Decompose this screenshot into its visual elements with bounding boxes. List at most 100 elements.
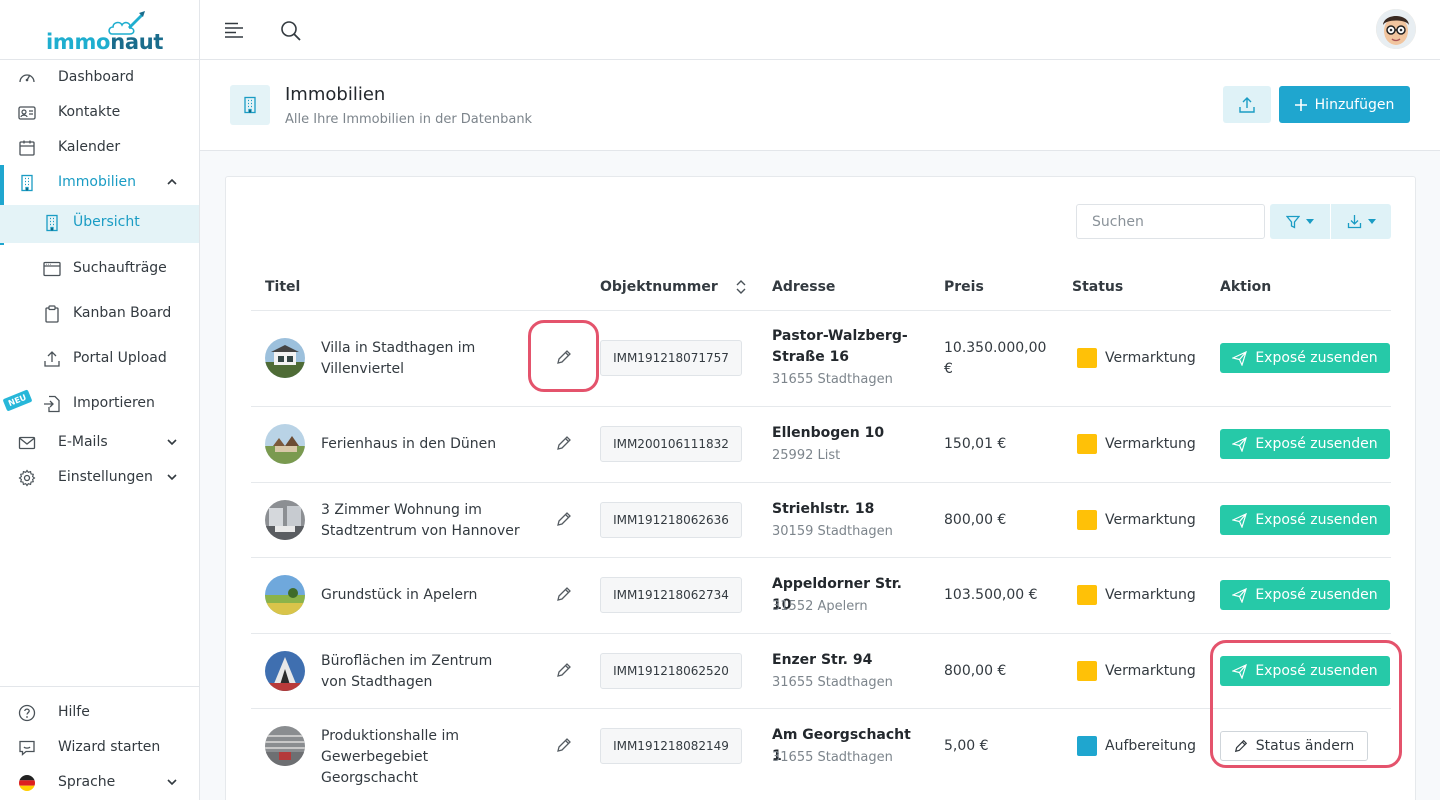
property-title[interactable]: 3 Zimmer Wohnung im Stadtzentrum von Han… [321, 500, 521, 542]
office-image [265, 651, 305, 691]
header-status[interactable]: Status [1072, 279, 1123, 295]
address-city: 31655 Stadthagen [772, 372, 893, 387]
sidebar-item-importieren[interactable]: Importieren [0, 386, 199, 421]
sidebar-item-sprache[interactable]: Sprache [0, 765, 199, 800]
object-number: IMM200106111832 [600, 426, 742, 462]
menu-icon[interactable] [224, 22, 244, 38]
table-row: Ferienhaus in den Dünen IMM200106111832 … [226, 407, 1417, 482]
avatar[interactable] [1376, 9, 1416, 49]
page-icon [230, 85, 270, 125]
status-color [1077, 585, 1097, 605]
download-icon [1347, 215, 1361, 229]
header-action: Aktion [1220, 279, 1272, 295]
paper-plane-icon [1232, 512, 1248, 528]
edit-pencil-icon[interactable] [556, 511, 572, 527]
send-expose-button[interactable]: Exposé zusenden [1220, 505, 1390, 535]
calendar-icon [19, 140, 35, 156]
status-color [1077, 661, 1097, 681]
chevron-down-icon [167, 439, 177, 446]
property-thumbnail [265, 575, 305, 615]
avatar-image [1376, 9, 1416, 49]
chat-icon [19, 740, 35, 756]
status-label: Aufbereitung [1105, 738, 1196, 754]
header-title[interactable]: Titel [265, 279, 300, 295]
sidebar-item-dashboard[interactable]: Dashboard [0, 60, 199, 95]
highlight-actions-annotation [1210, 640, 1402, 768]
apartment-image [265, 500, 305, 540]
upload-icon [1239, 96, 1255, 113]
sidebar-item-hilfe[interactable]: Hilfe [0, 695, 199, 730]
upload-button[interactable] [1223, 86, 1271, 123]
filter-button[interactable] [1270, 204, 1330, 239]
property-title[interactable]: Ferienhaus in den Dünen [321, 434, 521, 455]
address-city: 30159 Stadthagen [772, 524, 893, 539]
status-label: Vermarktung [1105, 587, 1196, 603]
status-label: Vermarktung [1105, 436, 1196, 452]
sidebar-item-emails[interactable]: E-Mails [0, 425, 199, 460]
page-subtitle: Alle Ihre Immobilien in der Datenbank [285, 112, 533, 127]
sidebar-divider [0, 686, 199, 687]
object-number: IMM191218082149 [600, 728, 742, 764]
sort-icon[interactable] [736, 280, 746, 294]
edit-pencil-icon[interactable] [556, 586, 572, 602]
search-icon[interactable] [280, 20, 302, 42]
browser-window-icon [43, 261, 61, 277]
send-expose-button[interactable]: Exposé zusenden [1220, 429, 1390, 459]
address-street: Ellenbogen 10 [772, 425, 885, 441]
property-title[interactable]: Villa in Stadthagen im Villenviertel [321, 338, 521, 380]
property-title[interactable]: Produktionshalle im Gewerbegebiet Georgs… [321, 726, 521, 789]
table-row: Villa in Stadthagen im Villenviertel IMM… [226, 311, 1417, 406]
send-expose-button[interactable]: Exposé zusenden [1220, 343, 1390, 373]
property-thumbnail [265, 500, 305, 540]
caret-down-icon [1367, 219, 1376, 224]
sidebar-item-immobilien[interactable]: Immobilien [0, 165, 199, 200]
edit-pencil-icon[interactable] [556, 435, 572, 451]
status-label: Vermarktung [1105, 350, 1196, 366]
sidebar-item-kanban[interactable]: Kanban Board [0, 296, 199, 331]
property-thumbnail [265, 651, 305, 691]
page-title: Immobilien [285, 84, 386, 105]
highlight-edit-annotation [528, 320, 599, 392]
file-import-icon [44, 395, 60, 413]
building-icon [21, 174, 33, 192]
address-street: Pastor-Walzberg-Straße 16 [772, 328, 908, 365]
export-button[interactable] [1331, 204, 1391, 239]
paper-plane-icon [1232, 436, 1248, 452]
object-number: IMM191218062520 [600, 653, 742, 689]
sidebar-item-portal-upload[interactable]: Portal Upload [0, 341, 199, 376]
object-number: IMM191218071757 [600, 340, 742, 376]
sidebar-item-suchauftraege[interactable]: Suchaufträge [0, 251, 199, 286]
building-icon [244, 96, 256, 114]
caret-down-icon [1306, 219, 1314, 224]
status-color [1077, 348, 1097, 368]
price: 5,00 € [944, 738, 989, 754]
address-street: Striehlstr. 18 [772, 501, 875, 517]
logo[interactable]: immonaut [0, 0, 199, 60]
help-icon [18, 704, 36, 722]
land-image [265, 575, 305, 615]
header-price[interactable]: Preis [944, 279, 984, 295]
clipboard-icon [45, 305, 59, 323]
sidebar-item-kalender[interactable]: Kalender [0, 130, 199, 165]
sidebar-item-kontakte[interactable]: Kontakte [0, 95, 199, 130]
edit-pencil-icon[interactable] [556, 662, 572, 678]
object-number: IMM191218062636 [600, 502, 742, 538]
edit-pencil-icon[interactable] [556, 737, 572, 753]
search-input[interactable] [1076, 204, 1265, 239]
send-expose-button[interactable]: Exposé zusenden [1220, 580, 1390, 610]
property-title[interactable]: Grundstück in Apelern [321, 585, 521, 606]
paper-plane-icon [1232, 587, 1248, 603]
address-city: 31655 Stadthagen [772, 675, 893, 690]
add-button[interactable]: Hinzufügen [1279, 86, 1410, 123]
header-address[interactable]: Adresse [772, 279, 835, 295]
building-icon [46, 214, 58, 232]
sidebar-item-einstellungen[interactable]: Einstellungen [0, 460, 199, 495]
header-objnr[interactable]: Objektnummer [600, 279, 718, 295]
sidebar-item-wizard[interactable]: Wizard starten [0, 730, 199, 765]
property-title[interactable]: Büroflächen im Zentrum von Stadthagen [321, 651, 521, 693]
chevron-down-icon [167, 474, 177, 481]
property-thumbnail [265, 338, 305, 378]
sidebar-item-uebersicht[interactable]: Übersicht [0, 205, 199, 243]
property-thumbnail [265, 424, 305, 464]
chevron-down-icon [167, 779, 177, 786]
